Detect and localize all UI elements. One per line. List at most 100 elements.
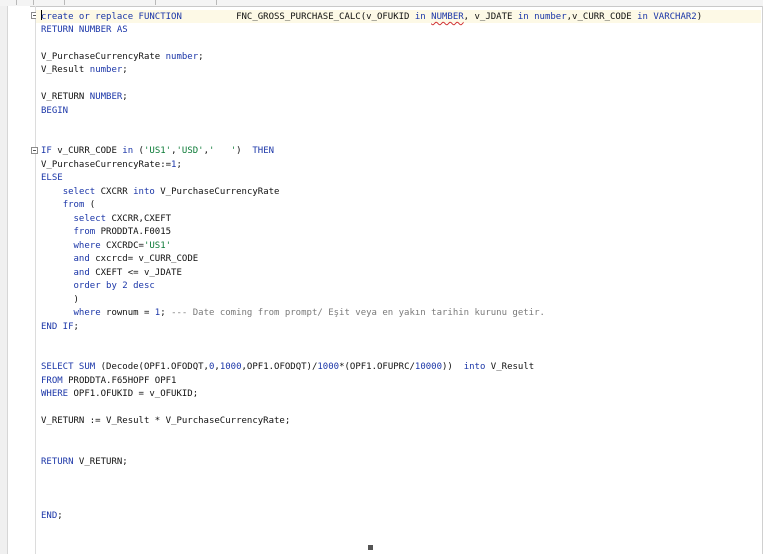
code-token: ELSE (41, 173, 63, 183)
code-line: and CXEFT <= v_JDATE (41, 267, 702, 281)
code-token: ) (41, 294, 79, 305)
fold-guide-line (35, 6, 36, 554)
fold-collapse-icon[interactable] (31, 147, 38, 154)
code-token: 10000 (414, 362, 443, 372)
editor-tab[interactable] (156, 0, 217, 5)
code-token: select (73, 213, 107, 224)
code-token: CXEFT <= v_JDATE (89, 267, 182, 278)
code-token: ' ' (209, 146, 237, 156)
code-token: order by (73, 281, 117, 291)
code-token: into (133, 186, 155, 197)
code-token: 1000 (219, 362, 242, 372)
code-token: V_RETURN; (73, 456, 128, 467)
code-line: V_RETURN := V_Result * V_PurchaseCurrenc… (41, 415, 702, 429)
code-token: ) (696, 12, 703, 22)
code-token: and (73, 267, 90, 278)
code-token: create or replace FUNCTION (41, 12, 182, 22)
code-line: order by 2 desc (41, 280, 702, 294)
editor-tab[interactable] (65, 0, 156, 5)
code-token: v_CURR_CODE (51, 146, 123, 156)
code-token: VARCHAR2 (653, 12, 697, 22)
code-line: ELSE (41, 172, 702, 186)
code-line: BEGIN (41, 105, 702, 119)
code-token: desc (133, 281, 155, 291)
code-token: ; (57, 510, 63, 521)
editor-tab-bar (0, 0, 763, 7)
code-token: FROM (41, 375, 63, 386)
code-token: ,v_CURR_CODE (566, 12, 638, 22)
code-token: V_Result (485, 362, 535, 372)
code-line: V_RETURN NUMBER; (41, 91, 702, 105)
code-token: (Decode(OPF1.OFODQT, (95, 362, 209, 372)
code-token: 'US1' (143, 240, 172, 251)
code-token: SELECT SUM (41, 362, 96, 372)
code-token: cxcrcd= v_CURR_CODE (89, 254, 199, 264)
code-line: from ( (41, 199, 702, 213)
editor-tab[interactable] (0, 0, 17, 5)
resize-handle-icon[interactable] (368, 545, 373, 550)
code-token: NUMBER (89, 92, 123, 102)
code-line: RETURN V_RETURN; (41, 456, 702, 470)
code-line: create or replace FUNCTION FNC_GROSS_PUR… (41, 10, 702, 24)
code-token: END IF (41, 321, 74, 332)
code-line: V_PurchaseCurrencyRate number; (41, 51, 702, 65)
code-token: WHERE (41, 389, 69, 399)
code-token: ; (122, 92, 128, 102)
code-line: IF v_CURR_CODE in ('US1','USD',' ') THEN (41, 145, 702, 159)
code-token: END (41, 510, 58, 521)
code-line: FROM PRODDTA.F65HOPF OPF1 (41, 375, 702, 389)
code-line: WHERE OPF1.OFUKID = v_OFUKID; (41, 388, 702, 402)
editor-tab[interactable] (34, 0, 65, 5)
code-line: END; (41, 510, 702, 524)
code-token: RETURN (41, 456, 74, 467)
code-line: where rownum = 1; --- Date coming from p… (41, 307, 702, 321)
code-token: *(OPF1.OFUPRC/ (339, 362, 415, 372)
code-token: CXCRDC= (100, 240, 144, 251)
code-token: RETURN NUMBER AS (41, 24, 128, 35)
code-token: ( (133, 146, 144, 156)
left-panel-edge (0, 6, 8, 554)
code-token: , v_JDATE (463, 12, 518, 22)
code-token: PRODDTA.F0015 (95, 227, 172, 237)
code-line: ) (41, 294, 702, 308)
code-token: ( (84, 200, 96, 210)
code-token: PRODDTA.F65HOPF OPF1 (62, 375, 177, 386)
code-token: ; (160, 308, 172, 318)
editor-tab[interactable] (17, 0, 34, 5)
code-token: V_PurchaseCurrencyRate:= (41, 159, 172, 170)
code-line: where CXCRDC='US1' (41, 240, 702, 254)
code-token: V_RETURN := V_Result * V_PurchaseCurrenc… (41, 416, 291, 426)
code-token: and (73, 254, 90, 264)
code-line: V_PurchaseCurrencyRate:=1; (41, 159, 702, 173)
code-token: THEN (252, 146, 275, 156)
code-token: ; (198, 51, 204, 62)
code-token: V_PurchaseCurrencyRate (41, 51, 166, 62)
code-token: V_PurchaseCurrencyRate (154, 186, 280, 197)
code-line: SELECT SUM (Decode(OPF1.OFODQT,0,1000,OP… (41, 361, 702, 375)
code-token: number (89, 65, 123, 75)
code-token: in (637, 12, 648, 22)
code-line: V_Result number; (41, 64, 702, 78)
code-token: 'USD' (176, 146, 204, 156)
code-token: OPF1.OFUKID = v_OFUKID; (68, 389, 199, 399)
code-token: in (122, 146, 134, 156)
code-token: --- Date coming from prompt/ Eşit veya e… (171, 308, 545, 318)
code-line: from PRODDTA.F0015 (41, 226, 702, 240)
code-line: select CXCRR,CXEFT (41, 213, 702, 227)
code-token: from (62, 200, 85, 210)
code-token: select (62, 186, 96, 197)
code-line: END IF; (41, 321, 702, 335)
code-line: RETURN NUMBER AS (41, 24, 702, 38)
code-editor[interactable]: create or replace FUNCTION FNC_GROSS_PUR… (41, 10, 702, 523)
code-token: CXCRR,CXEFT (106, 213, 172, 224)
code-token: NUMBER (431, 12, 464, 22)
